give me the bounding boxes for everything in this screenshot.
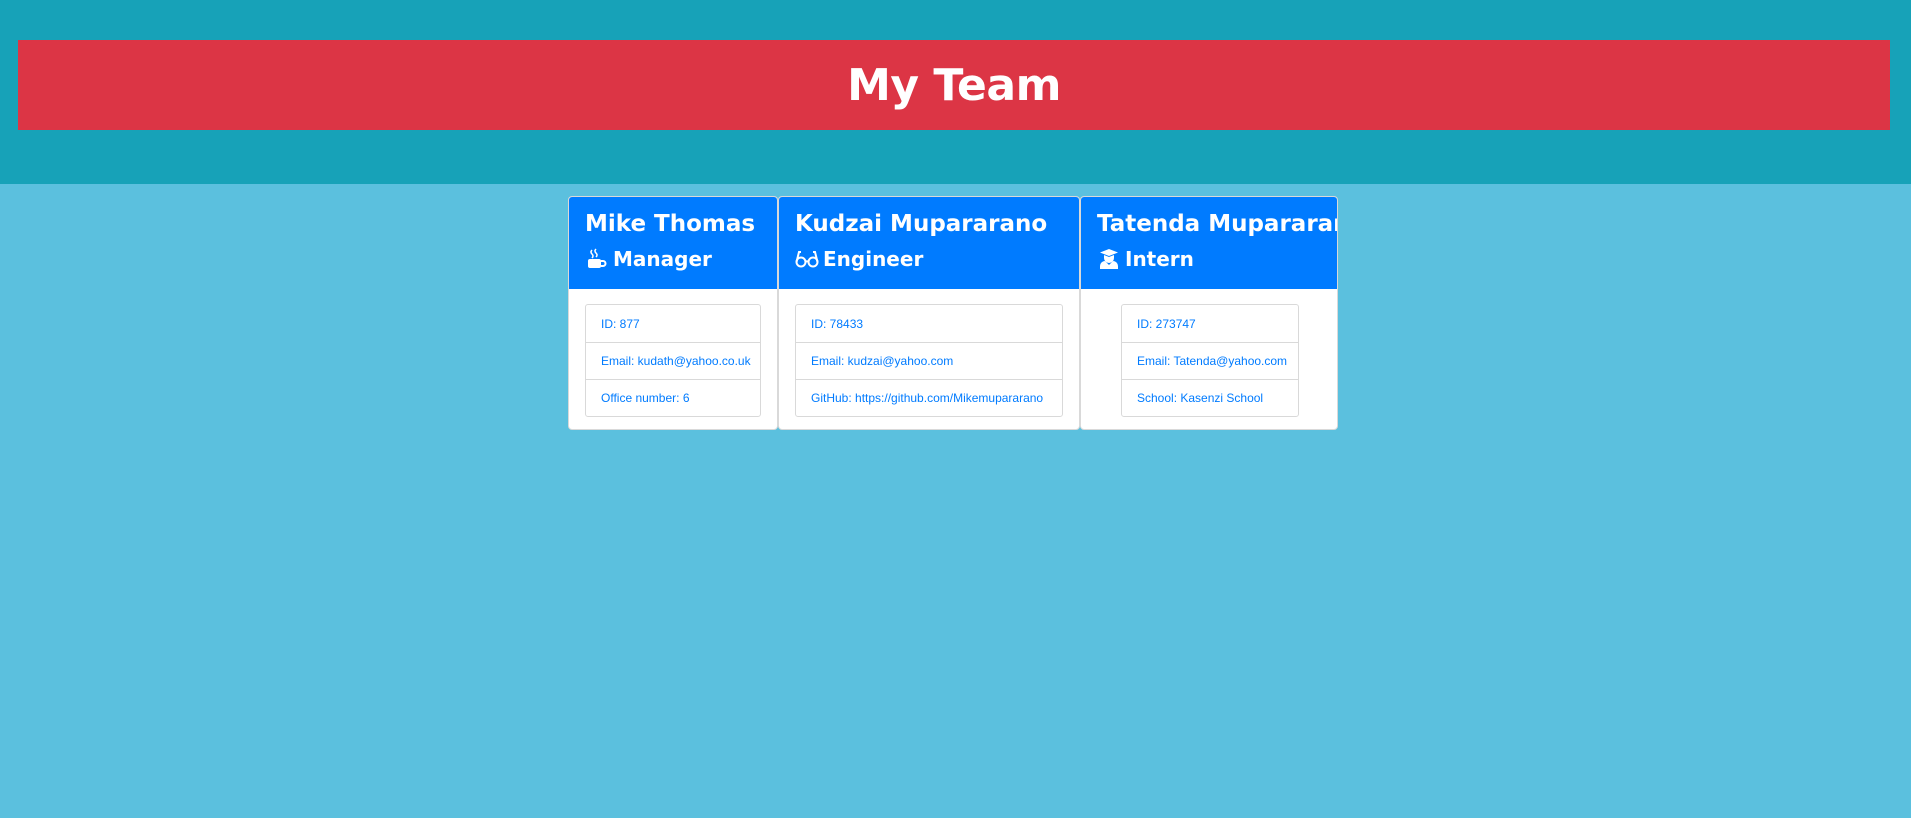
detail-list: ID: 78433 Email: kudzai@yahoo.com GitHub… xyxy=(795,304,1063,417)
mug-hot-icon xyxy=(585,247,609,271)
user-graduate-icon xyxy=(1097,247,1121,271)
employee-role: Intern xyxy=(1097,245,1321,273)
detail-list: ID: 273747 Email: Tatenda@yahoo.com Scho… xyxy=(1121,304,1299,417)
title-banner: My Team xyxy=(18,40,1890,130)
employee-card-intern: Tatenda Mupararano Intern ID: 273747 Ema… xyxy=(1080,196,1338,430)
detail-email[interactable]: Email: kudzai@yahoo.com xyxy=(796,342,1062,379)
employee-role: Manager xyxy=(585,245,761,273)
team-cards: Mike Thomas Manager ID: 877 Email: kudat… xyxy=(568,196,1338,430)
detail-office-number: Office number: 6 xyxy=(586,379,760,416)
employee-role: Engineer xyxy=(795,245,1063,273)
detail-list: ID: 877 Email: kudath@yahoo.co.uk Office… xyxy=(585,304,761,417)
employee-card-manager: Mike Thomas Manager ID: 877 Email: kudat… xyxy=(568,196,778,430)
detail-email[interactable]: Email: kudath@yahoo.co.uk xyxy=(586,342,760,379)
header-jumbotron: My Team xyxy=(0,0,1911,184)
detail-github[interactable]: GitHub: https://github.com/Mikemupararan… xyxy=(796,379,1062,416)
detail-school: School: Kasenzi School xyxy=(1122,379,1298,416)
role-label: Intern xyxy=(1125,247,1194,271)
card-body: ID: 78433 Email: kudzai@yahoo.com GitHub… xyxy=(779,289,1079,417)
employee-name: Kudzai Mupararano xyxy=(795,211,1048,237)
card-header: Kudzai Mupararano Engineer xyxy=(779,197,1079,289)
card-body: ID: 877 Email: kudath@yahoo.co.uk Office… xyxy=(569,289,777,417)
card-header: Tatenda Mupararano Intern xyxy=(1081,197,1337,289)
card-body: ID: 273747 Email: Tatenda@yahoo.com Scho… xyxy=(1081,289,1337,417)
glasses-icon xyxy=(795,247,819,271)
employee-name: Mike Thomas xyxy=(585,211,756,237)
detail-id: ID: 877 xyxy=(601,316,640,331)
detail-id: ID: 78433 xyxy=(811,316,864,331)
role-label: Manager xyxy=(613,247,712,271)
employee-card-engineer: Kudzai Mupararano Engineer ID: 78433 Ema xyxy=(778,196,1080,430)
employee-name: Tatenda Mupararano xyxy=(1097,211,1337,237)
detail-id: ID: 273747 xyxy=(1137,316,1196,331)
page-title: My Team xyxy=(847,59,1061,111)
role-label: Engineer xyxy=(823,247,924,271)
detail-email[interactable]: Email: Tatenda@yahoo.com xyxy=(1122,342,1298,379)
card-header: Mike Thomas Manager xyxy=(569,197,777,289)
